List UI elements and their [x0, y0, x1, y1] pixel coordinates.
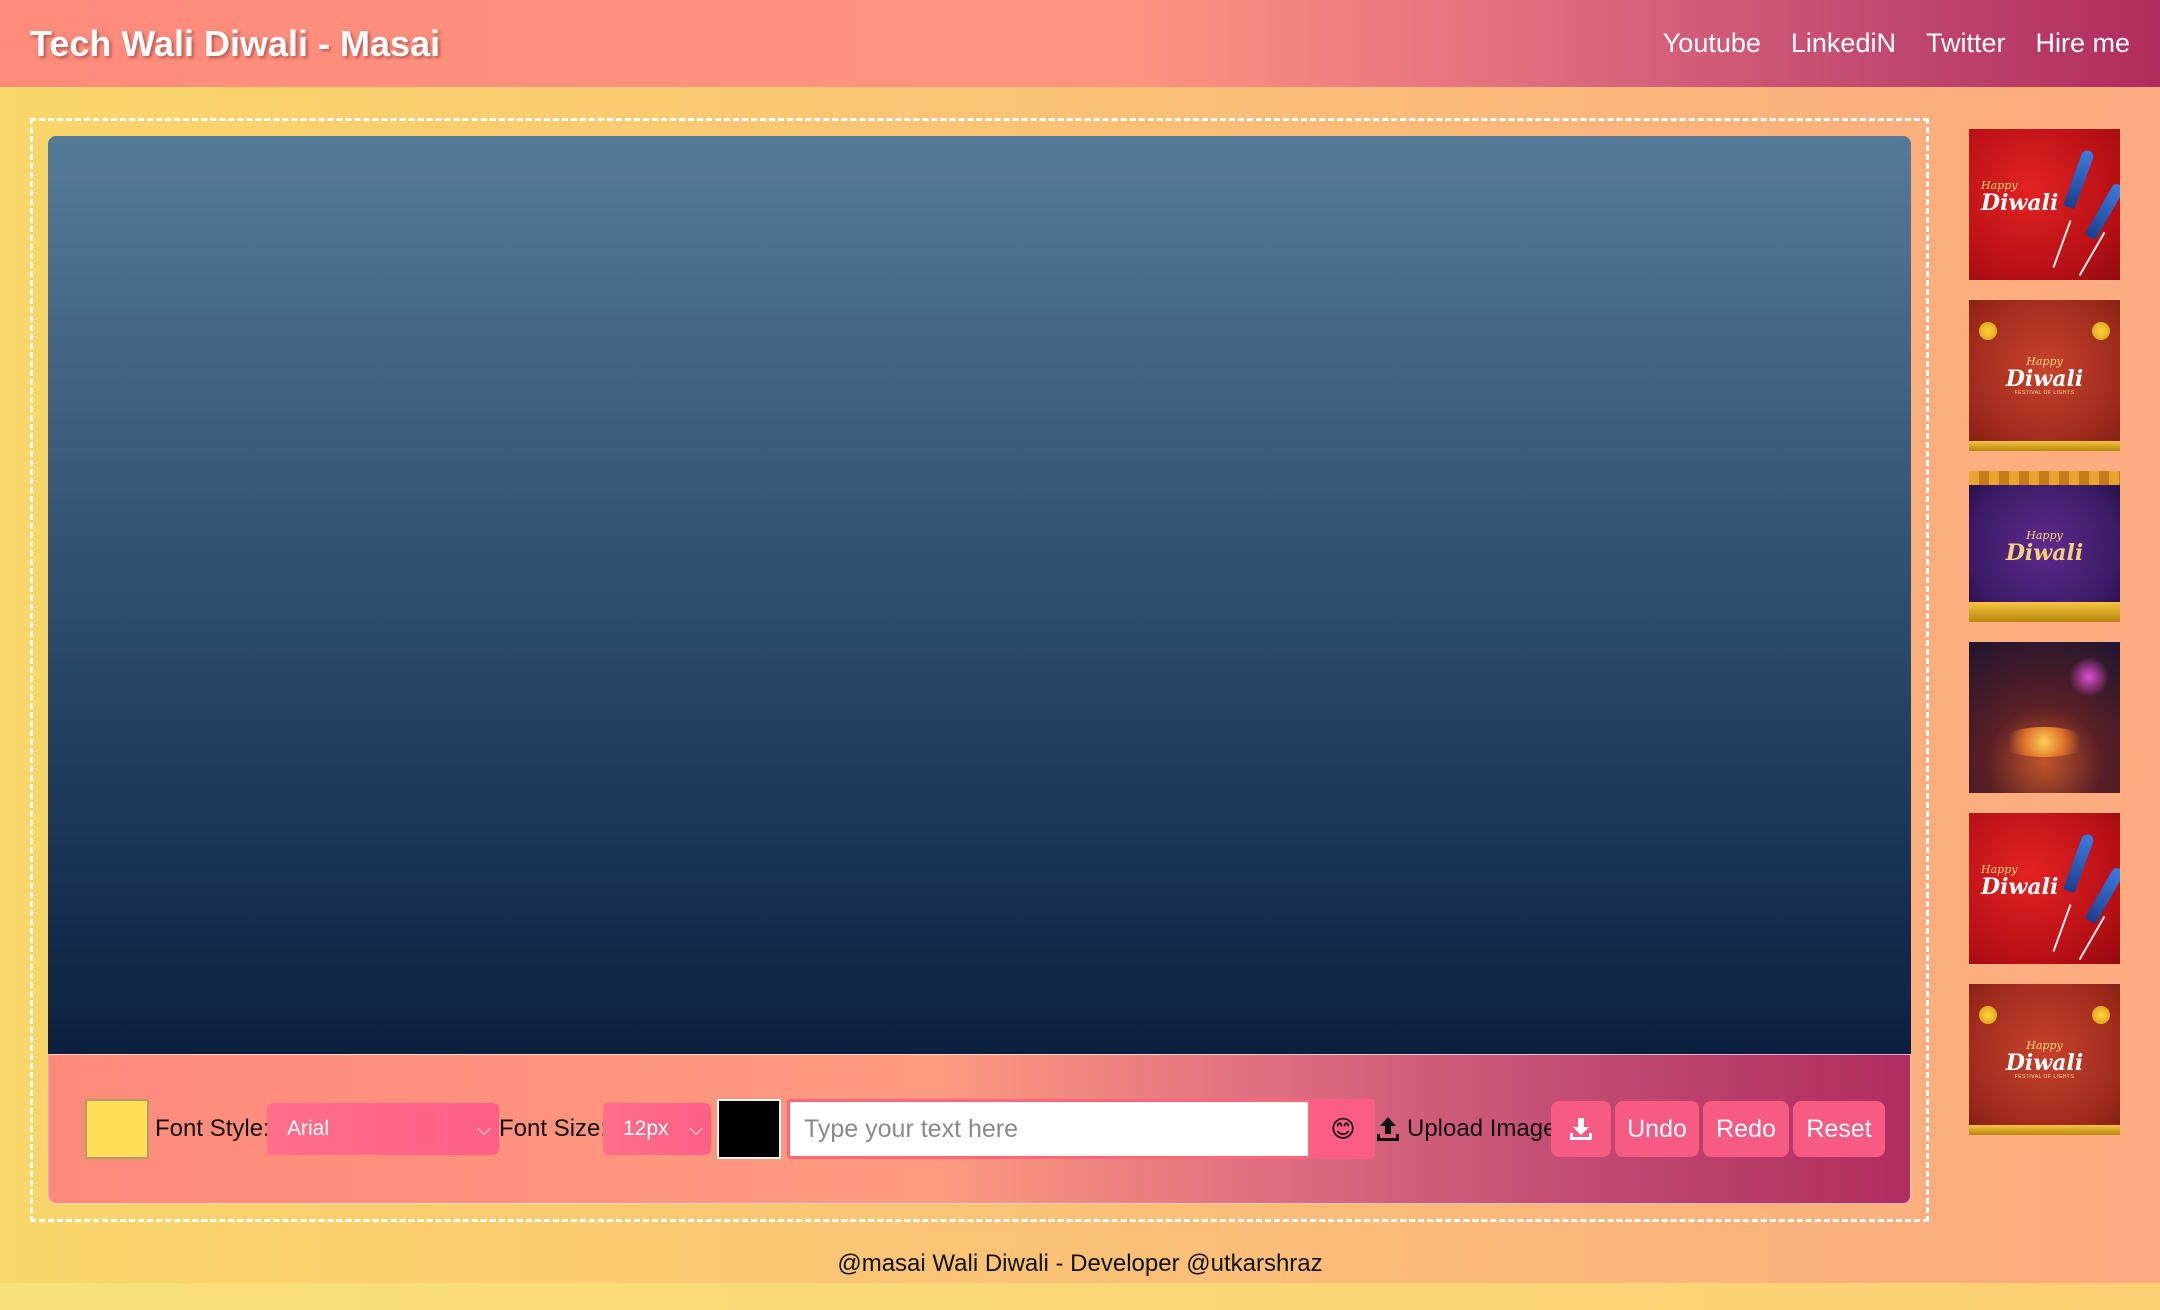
bottom-strip [0, 1283, 2160, 1310]
nav-twitter[interactable]: Twitter [1926, 28, 2006, 59]
upload-image-button[interactable]: Upload Image [1375, 1099, 1556, 1159]
font-style-value: Arial [287, 1117, 330, 1140]
lamp-icon [1979, 322, 1997, 340]
template-thumbnail-4[interactable] [1969, 642, 2120, 793]
rocket-icon [2063, 148, 2095, 210]
smiley-icon: 😊 [1330, 1115, 1356, 1143]
nav-youtube[interactable]: Youtube [1663, 28, 1761, 59]
text-color-picker[interactable] [717, 1099, 781, 1159]
text-input[interactable]: Type your text here [787, 1099, 1311, 1159]
rocket-stick [2052, 220, 2072, 268]
upload-icon [1377, 1117, 1399, 1141]
editor-canvas[interactable] [48, 136, 1911, 1054]
template-thumbnail-5[interactable]: Happy Diwali [1969, 813, 2120, 964]
upload-label: Upload Image [1407, 1115, 1557, 1142]
nav-links: Youtube LinkediN Twitter Hire me [1663, 28, 2130, 59]
lamp-icon [2092, 322, 2110, 340]
text-input-placeholder: Type your text here [804, 1114, 1019, 1143]
footer-credit: @masai Wali Diwali - Developer @utkarshr… [837, 1250, 1323, 1277]
firework-glow [2069, 657, 2109, 697]
site-header: Tech Wali Diwali - Masai Youtube Linkedi… [0, 0, 2160, 87]
thumbnail-title: Diwali [2005, 540, 2084, 566]
download-button[interactable] [1551, 1101, 1611, 1157]
thumbnail-caption: FESTIVAL OF LIGHTS [2014, 390, 2075, 396]
template-thumbnail-6[interactable]: Happy Diwali FESTIVAL OF LIGHTS [1969, 984, 2120, 1135]
template-thumbnail-2[interactable]: Happy Diwali FESTIVAL OF LIGHTS [1969, 300, 2120, 451]
brand-title[interactable]: Tech Wali Diwali - Masai [30, 23, 440, 65]
editor-toolbar: Font Style: Arial ⌵ Font Size: 12px ⌵ Ty… [48, 1054, 1911, 1204]
thumbnail-text: Happy Diwali [1981, 863, 2058, 898]
thumbnail-title: Diwali [2005, 1050, 2084, 1076]
template-thumbnail-3[interactable]: Happy Diwali [1969, 471, 2120, 622]
gold-base [1969, 1125, 2120, 1135]
thumbnail-caption: FESTIVAL OF LIGHTS [2014, 1074, 2075, 1080]
chevron-down-icon: ⌵ [477, 1118, 491, 1139]
template-thumbnail-1[interactable]: Happy Diwali [1969, 129, 2120, 280]
gold-base [1969, 441, 2120, 451]
redo-button[interactable]: Redo [1703, 1101, 1789, 1157]
thumbnail-title: Diwali [1981, 874, 2059, 900]
lamp-icon [2092, 1006, 2110, 1024]
thumbnail-text: Happy Diwali [1981, 179, 2058, 214]
garland-decoration [1969, 471, 2120, 485]
reset-button[interactable]: Reset [1793, 1101, 1885, 1157]
nav-hire-me[interactable]: Hire me [2035, 28, 2130, 59]
font-style-select[interactable]: Arial ⌵ [267, 1103, 499, 1155]
download-icon [1570, 1118, 1592, 1140]
nav-linkedin[interactable]: LinkediN [1791, 28, 1896, 59]
undo-button[interactable]: Undo [1615, 1101, 1699, 1157]
thumbnail-title: Diwali [1981, 190, 2059, 216]
font-style-label: Font Style: [155, 1115, 270, 1142]
emoji-button[interactable]: 😊 [1311, 1099, 1375, 1159]
background-color-picker[interactable] [85, 1099, 149, 1159]
gold-base [1969, 602, 2120, 622]
thumbnail-title: Diwali [2005, 366, 2084, 392]
font-size-value: 12px [623, 1117, 669, 1140]
rocket-icon [2063, 832, 2095, 894]
rocket-stick [2052, 904, 2072, 952]
font-size-select[interactable]: 12px ⌵ [603, 1103, 711, 1155]
candle-glow [1999, 727, 2089, 757]
chevron-down-icon: ⌵ [689, 1118, 703, 1139]
lamp-icon [1979, 1006, 1997, 1024]
font-size-label: Font Size: [499, 1115, 608, 1142]
